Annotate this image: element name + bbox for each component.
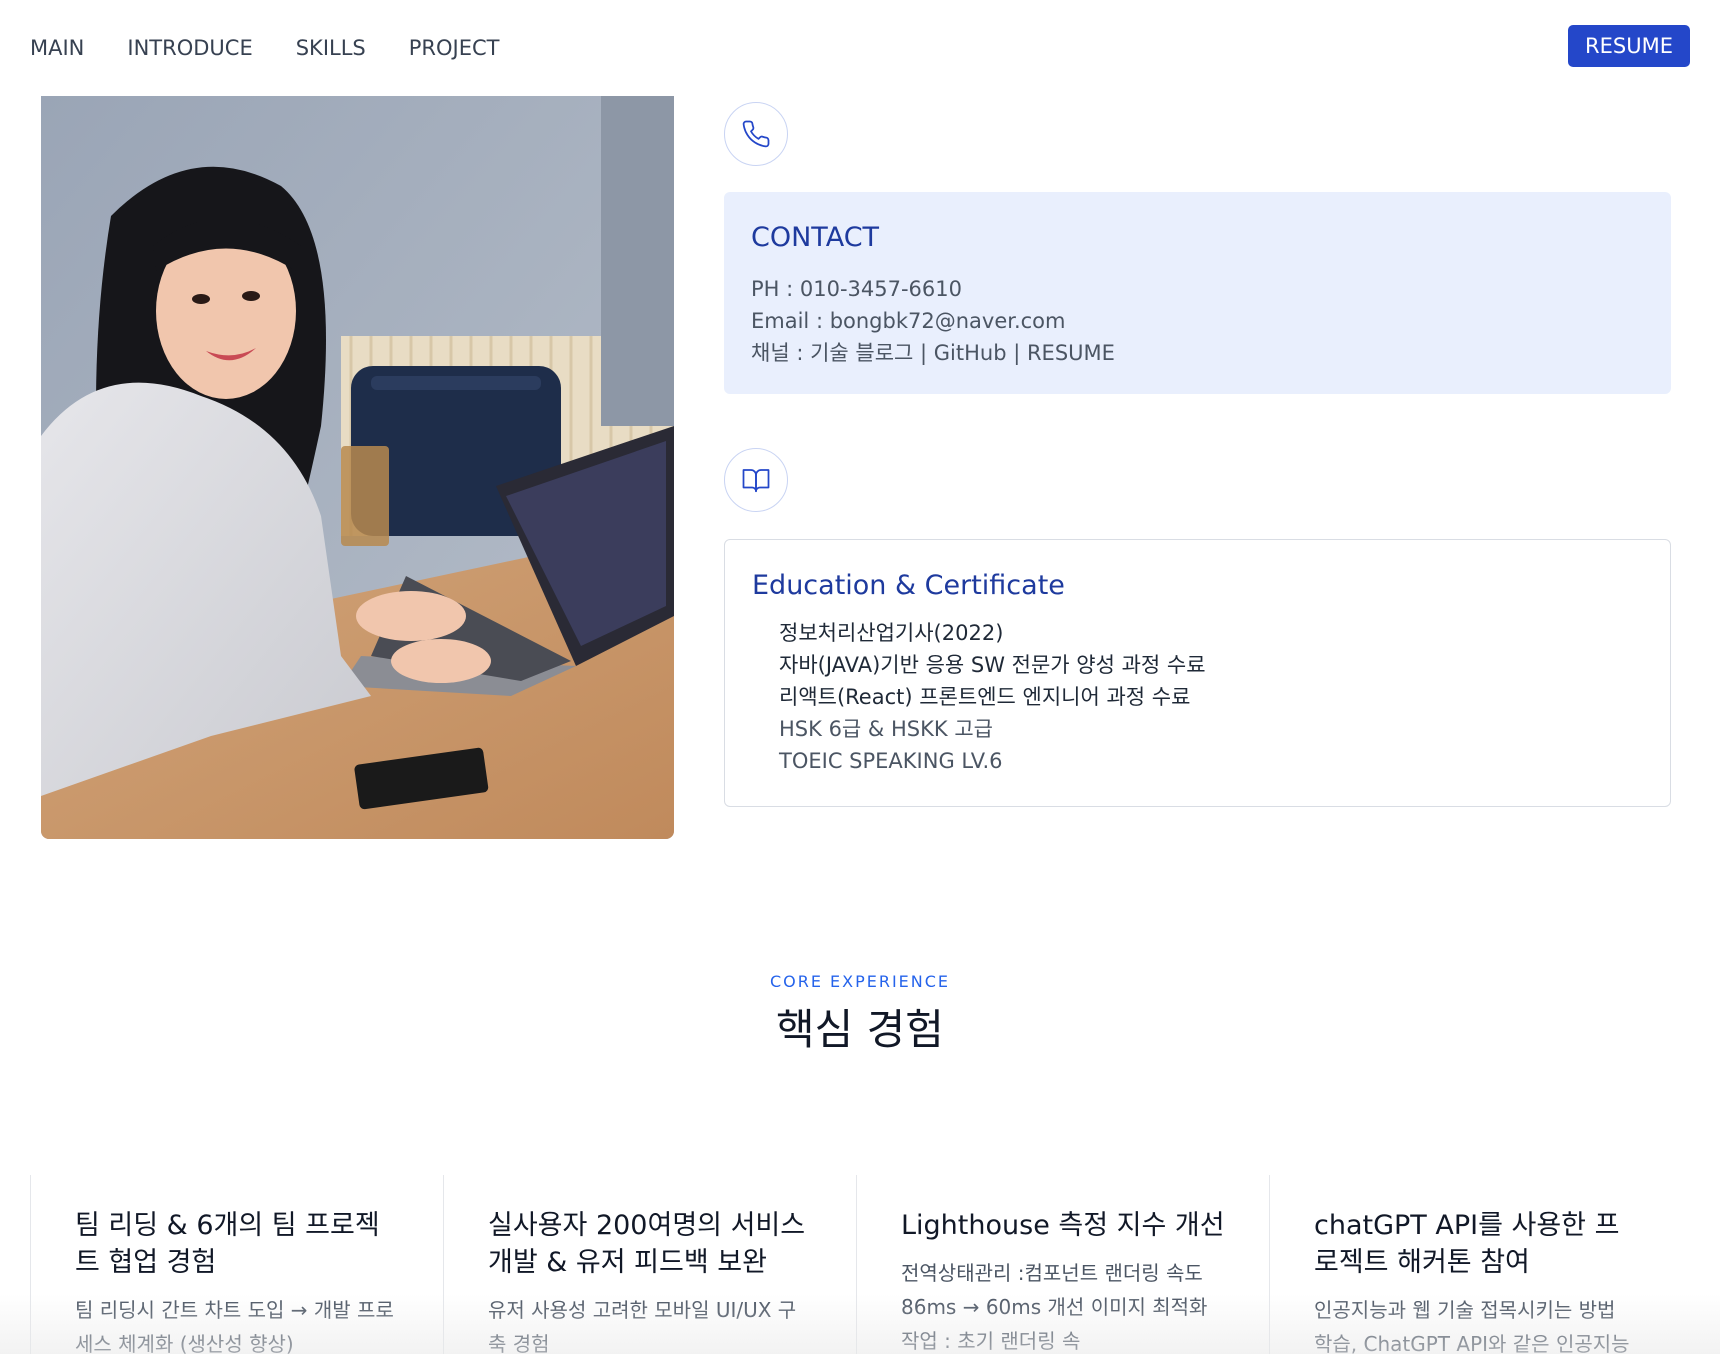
core-experience-eyebrow: CORE EXPERIENCE bbox=[769, 972, 951, 991]
phone-icon bbox=[724, 102, 788, 166]
experience-card: Lighthouse 측정 지수 개선 전역상태관리 :컴포넌트 랜더링 속도 … bbox=[856, 1175, 1269, 1354]
experience-card-title: 실사용자 200여명의 서비스 개발 & 유저 피드백 보완 bbox=[488, 1210, 806, 1278]
education-item: TOEIC SPEAKING LV.6 bbox=[779, 749, 1003, 773]
experience-card-desc: 유저 사용성 고려한 모바일 UI/UX 구축 경험 bbox=[488, 1298, 797, 1354]
contact-phone: PH : 010-3457-6610 bbox=[751, 277, 963, 301]
education-title: Education & Certificate bbox=[752, 570, 1065, 601]
contact-card: CONTACT PH : 010-3457-6610 Email : bongb… bbox=[724, 192, 1671, 394]
education-item: 리액트(React) 프론트엔드 엔지니어 과정 수료 bbox=[779, 685, 1191, 709]
nav-skills[interactable]: SKILLS bbox=[296, 36, 366, 60]
contact-title: CONTACT bbox=[751, 222, 880, 253]
experience-card-desc: 인공지능과 웹 기술 접목시키는 방법 학습, ChatGPT API와 같은 … bbox=[1314, 1298, 1630, 1354]
experience-card: chatGPT API를 사용한 프로젝트 해커톤 참여 인공지능과 웹 기술 … bbox=[1269, 1175, 1682, 1354]
education-item: 정보처리산업기사(2022) bbox=[779, 621, 1004, 645]
nav-links: MAIN INTRODUCE SKILLS PROJECT bbox=[30, 36, 500, 60]
experience-card-desc: 팀 리딩시 간트 차트 도입 → 개발 프로세스 체계화 (생산성 향상) bbox=[75, 1298, 394, 1354]
nav-main[interactable]: MAIN bbox=[30, 36, 84, 60]
portfolio-page: MAIN INTRODUCE SKILLS PROJECT RESUME CON… bbox=[0, 0, 1720, 1354]
education-card: Education & Certificate 정보처리산업기사(2022) 자… bbox=[724, 539, 1671, 807]
experience-cards: 팀 리딩 & 6개의 팀 프로젝트 협업 경험 팀 리딩시 간트 차트 도입 →… bbox=[30, 1175, 1690, 1354]
contact-email: Email : bongbk72@naver.com bbox=[751, 309, 1066, 333]
profile-photo bbox=[41, 96, 674, 839]
education-item: 자바(JAVA)기반 응용 SW 전문가 양성 과정 수료 bbox=[779, 653, 1206, 677]
experience-card: 실사용자 200여명의 서비스 개발 & 유저 피드백 보완 유저 사용성 고려… bbox=[443, 1175, 856, 1354]
book-icon bbox=[724, 448, 788, 512]
core-experience-title: 핵심 경험 bbox=[776, 1005, 944, 1054]
experience-card-desc: 전역상태관리 :컴포넌트 랜더링 속도 86ms → 60ms 개선 이미지 최… bbox=[901, 1261, 1208, 1353]
contact-channels[interactable]: 채널 : 기술 블로그 | GitHub | RESUME bbox=[751, 337, 1644, 369]
experience-card-title: chatGPT API를 사용한 프로젝트 해커톤 참여 bbox=[1314, 1210, 1620, 1278]
nav-project[interactable]: PROJECT bbox=[409, 36, 500, 60]
education-item: HSK 6급 & HSKK 고급 bbox=[779, 717, 993, 741]
resume-button[interactable]: RESUME bbox=[1568, 25, 1690, 67]
nav-introduce[interactable]: INTRODUCE bbox=[127, 36, 252, 60]
education-list: 정보처리산업기사(2022) 자바(JAVA)기반 응용 SW 전문가 양성 과… bbox=[752, 617, 1643, 777]
experience-card-title: 팀 리딩 & 6개의 팀 프로젝트 협업 경험 bbox=[75, 1210, 380, 1278]
experience-card-title: Lighthouse 측정 지수 개선 bbox=[901, 1210, 1225, 1241]
top-nav: MAIN INTRODUCE SKILLS PROJECT RESUME bbox=[0, 0, 1720, 96]
experience-card: 팀 리딩 & 6개의 팀 프로젝트 협업 경험 팀 리딩시 간트 차트 도입 →… bbox=[30, 1175, 443, 1354]
